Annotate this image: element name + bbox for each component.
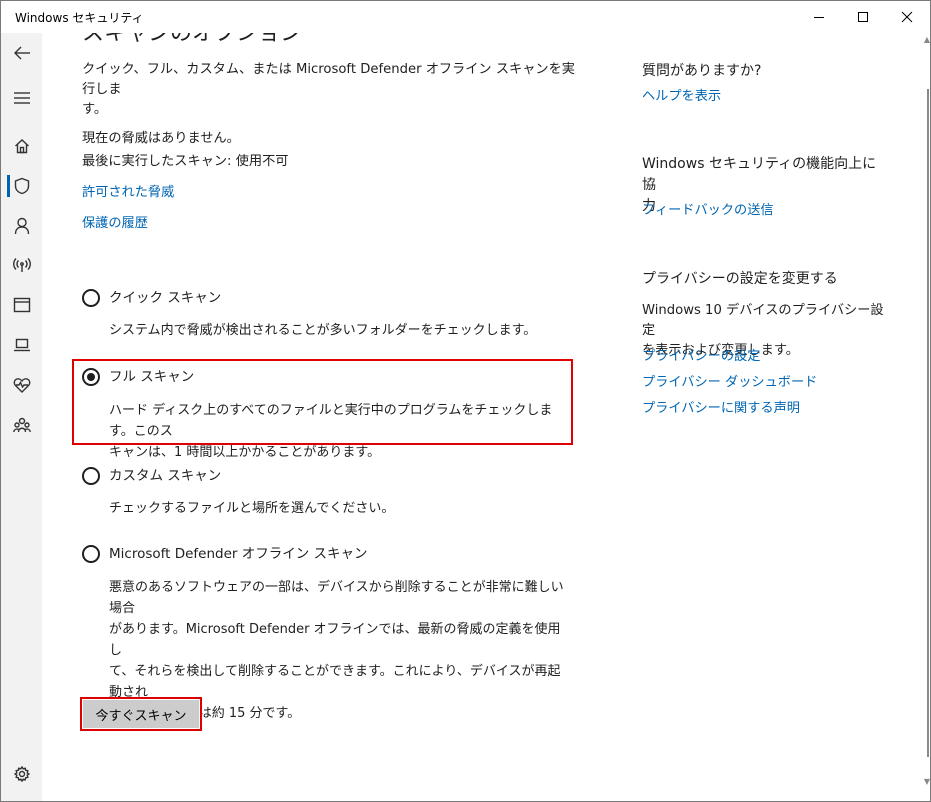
intro-text: クイック、フル、カスタム、または Microsoft Defender オフライ… [82, 62, 575, 117]
vertical-scrollbar[interactable] [927, 89, 929, 757]
sidebar-item-home[interactable] [1, 130, 42, 162]
sidebar-item-family-options[interactable] [1, 409, 42, 441]
sidebar-item-device-health[interactable] [1, 369, 42, 401]
maximize-button[interactable] [840, 1, 886, 33]
app-browser-icon [13, 297, 30, 313]
privacy-statement-link[interactable]: プライバシーに関する声明 [642, 399, 800, 419]
allowed-threats-link[interactable]: 許可された脅威 [82, 183, 174, 203]
back-arrow-icon [13, 46, 30, 60]
scan-now-button[interactable]: 今すぐスキャン [83, 700, 199, 728]
offline-scan-label[interactable]: Microsoft Defender オフライン スキャン [109, 544, 368, 564]
window-title: Windows セキュリティ [15, 11, 144, 25]
status-no-threats: 現在の脅威はありません。 [82, 131, 240, 146]
minimize-button[interactable] [796, 1, 842, 33]
person-icon [14, 217, 29, 235]
family-icon [12, 417, 31, 433]
protection-history-link[interactable]: 保護の履歴 [82, 214, 148, 234]
maximize-icon [858, 12, 868, 22]
gear-icon [13, 766, 30, 782]
custom-scan-label[interactable]: カスタム スキャン [109, 466, 221, 486]
feedback-link[interactable]: フィードバックの送信 [642, 201, 774, 221]
sidebar [1, 33, 42, 801]
sidebar-item-device-security[interactable] [1, 329, 42, 361]
sidebar-item-settings[interactable] [1, 758, 42, 790]
sidebar-item-virus-protection[interactable] [1, 170, 42, 202]
full-scan-label[interactable]: フル スキャン [109, 367, 194, 387]
title-bar: Windows セキュリティ [1, 1, 930, 33]
privacy-settings-link[interactable]: プライバシーの設定 [642, 347, 760, 367]
main-content: スキャンのオプション クイック、フル、カスタム、または Microsoft De… [42, 33, 930, 801]
quick-scan-label[interactable]: クイック スキャン [109, 288, 221, 308]
app-window: Windows セキュリティ スキャンのオプション クイック、フル、カスタム、ま… [0, 0, 931, 802]
home-icon [14, 139, 29, 154]
sidebar-item-app-browser[interactable] [1, 289, 42, 321]
page-title: スキャンのオプション [82, 33, 303, 46]
sidebar-item-account[interactable] [1, 210, 42, 242]
quick-scan-radio[interactable] [82, 289, 100, 307]
wireless-antenna-icon [12, 258, 31, 272]
get-help-link[interactable]: ヘルプを表示 [642, 87, 721, 107]
menu-button[interactable] [1, 82, 42, 114]
back-button[interactable] [1, 37, 42, 69]
laptop-icon [13, 338, 30, 352]
sidebar-item-firewall[interactable] [1, 249, 42, 281]
quick-scan-description: システム内で脅威が検出されることが多いフォルダーをチェックします。 [109, 323, 537, 338]
scroll-up-arrow-icon[interactable]: ▲ [924, 35, 930, 44]
close-icon [901, 11, 913, 23]
shield-icon [14, 177, 29, 195]
hamburger-menu-icon [13, 92, 30, 104]
scroll-down-arrow-icon[interactable]: ▼ [924, 777, 930, 786]
heart-pulse-icon [13, 378, 30, 393]
questions-heading: 質問がありますか? [642, 63, 762, 79]
offline-scan-radio[interactable] [82, 545, 100, 563]
custom-scan-description: チェックするファイルと場所を選んでください。 [109, 501, 395, 516]
full-scan-description: ハード ディスク上のすべてのファイルと実行中のプログラムをチェックします。このス… [109, 403, 553, 460]
status-last-scan: 最後に実行したスキャン: 使用不可 [82, 154, 289, 169]
minimize-icon [814, 17, 824, 18]
close-button[interactable] [884, 1, 930, 33]
privacy-dashboard-link[interactable]: プライバシー ダッシュボード [642, 373, 817, 393]
custom-scan-radio[interactable] [82, 467, 100, 485]
privacy-heading: プライバシーの設定を変更する [642, 271, 838, 287]
full-scan-radio[interactable] [82, 368, 100, 386]
